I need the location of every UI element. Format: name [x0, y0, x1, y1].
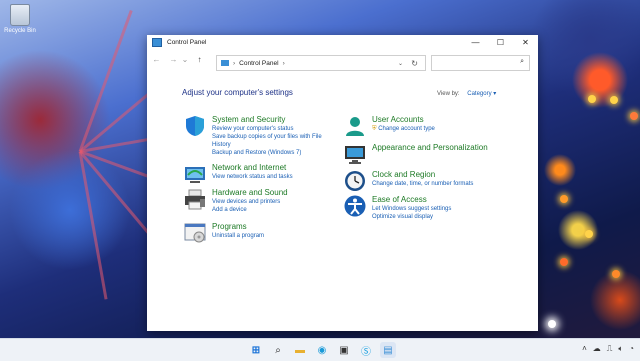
volume-icon[interactable]: 🔈︎: [618, 344, 623, 354]
view-by-label: View by:: [437, 91, 460, 97]
address-bar[interactable]: › Control Panel › ⌄ ↻: [216, 55, 426, 71]
chevron-down-icon[interactable]: ⌄: [398, 60, 403, 67]
task-link[interactable]: View network status and tasks: [212, 173, 293, 181]
category-title[interactable]: Hardware and Sound: [212, 188, 288, 197]
task-link[interactable]: View devices and printers: [212, 198, 288, 206]
skype-icon[interactable]: Ⓢ: [358, 342, 374, 358]
recycle-bin-desktop-icon[interactable]: Recycle Bin: [4, 4, 36, 34]
taskbar: ⊞ ⌕ ▬ ◉ ▣ Ⓢ ▤ ˄ ☁ ⎍ 🔈︎ ◔: [0, 338, 640, 361]
search-input[interactable]: ⌕: [431, 55, 530, 71]
category-title[interactable]: Clock and Region: [372, 170, 473, 179]
monitor-icon[interactable]: [344, 143, 366, 165]
programs-icon[interactable]: [184, 222, 206, 244]
breadcrumb-separator: ›: [233, 59, 236, 67]
task-link[interactable]: ⛨ Change account type: [372, 125, 435, 133]
page-title: Adjust your computer's settings: [182, 88, 293, 97]
category-system-and-security: System and Security Review your computer…: [184, 115, 334, 157]
start-button[interactable]: ⊞: [248, 342, 264, 358]
category-title[interactable]: User Accounts: [372, 115, 435, 124]
task-link[interactable]: Review your computer's status: [212, 125, 334, 133]
task-link[interactable]: Add a device: [212, 206, 288, 214]
shield-icon: ⛨: [372, 126, 377, 132]
category-hardware-and-sound: Hardware and Sound View devices and prin…: [184, 188, 334, 214]
control-panel-taskbar-icon[interactable]: ▤: [380, 342, 396, 358]
network-icon[interactable]: [184, 163, 206, 185]
chevron-up-icon[interactable]: ˄: [582, 344, 587, 354]
recent-locations-button[interactable]: ⌄: [180, 55, 190, 64]
category-programs: Programs Uninstall a program: [184, 222, 334, 244]
back-button[interactable]: ←: [150, 55, 163, 64]
recycle-bin-icon: [10, 4, 30, 26]
user-icon[interactable]: [344, 115, 366, 137]
notification-icon[interactable]: ◔: [629, 344, 634, 354]
store-icon[interactable]: ▣: [336, 342, 352, 358]
category-clock-and-region: Clock and Region Change date, time, or n…: [344, 170, 524, 192]
close-button[interactable]: ✕: [513, 35, 538, 50]
accessibility-icon[interactable]: [344, 195, 366, 217]
cloud-icon[interactable]: ☁: [593, 344, 601, 354]
category-title[interactable]: Programs: [212, 222, 264, 231]
category-title[interactable]: Network and Internet: [212, 163, 293, 172]
minimize-button[interactable]: —: [463, 35, 488, 50]
task-link[interactable]: Optimize visual display: [372, 213, 451, 221]
category-ease-of-access: Ease of Access Let Windows suggest setti…: [344, 195, 524, 221]
forward-button[interactable]: →: [167, 55, 180, 64]
category-network-and-internet: Network and Internet View network status…: [184, 163, 334, 185]
category-title[interactable]: Ease of Access: [372, 195, 451, 204]
control-panel-icon: [221, 60, 229, 66]
maximize-button[interactable]: ☐: [488, 35, 513, 50]
category-title[interactable]: System and Security: [212, 115, 334, 124]
task-link[interactable]: Save backup copies of your files with Fi…: [212, 133, 334, 149]
breadcrumb-control-panel[interactable]: Control Panel: [239, 60, 278, 67]
task-link[interactable]: Backup and Restore (Windows 7): [212, 149, 334, 157]
edge-browser-icon[interactable]: ◉: [314, 342, 330, 358]
printer-icon[interactable]: [184, 188, 206, 210]
task-link-label: Change account type: [378, 126, 435, 132]
breadcrumb-separator[interactable]: ›: [283, 60, 285, 67]
clock-icon[interactable]: [344, 170, 366, 192]
task-link[interactable]: Let Windows suggest settings: [372, 205, 451, 213]
recycle-bin-label: Recycle Bin: [4, 28, 36, 34]
category-title[interactable]: Appearance and Personalization: [372, 143, 488, 152]
shield-icon[interactable]: [184, 115, 206, 137]
control-panel-app-icon: [152, 38, 162, 47]
task-link[interactable]: Change date, time, or number formats: [372, 180, 473, 188]
search-icon[interactable]: ⌕: [270, 342, 286, 358]
view-by: View by: Category ▾: [437, 90, 496, 97]
file-explorer-icon[interactable]: ▬: [292, 342, 308, 358]
category-appearance-and-personalization: Appearance and Personalization: [344, 143, 524, 165]
task-link[interactable]: Uninstall a program: [212, 232, 264, 240]
refresh-icon[interactable]: ↻: [411, 59, 418, 68]
category-user-accounts: User Accounts ⛨ Change account type: [344, 115, 524, 137]
network-tray-icon[interactable]: ⎍: [607, 344, 613, 354]
up-button[interactable]: ↑: [193, 55, 206, 64]
window-title: Control Panel: [167, 39, 207, 46]
view-by-dropdown[interactable]: Category ▾: [467, 91, 496, 97]
search-icon[interactable]: ⌕: [520, 58, 524, 66]
control-panel-window: Control Panel — ☐ ✕ ← → ⌄ ↑ › Control Pa…: [147, 35, 538, 331]
title-bar[interactable]: Control Panel — ☐ ✕: [147, 35, 538, 50]
